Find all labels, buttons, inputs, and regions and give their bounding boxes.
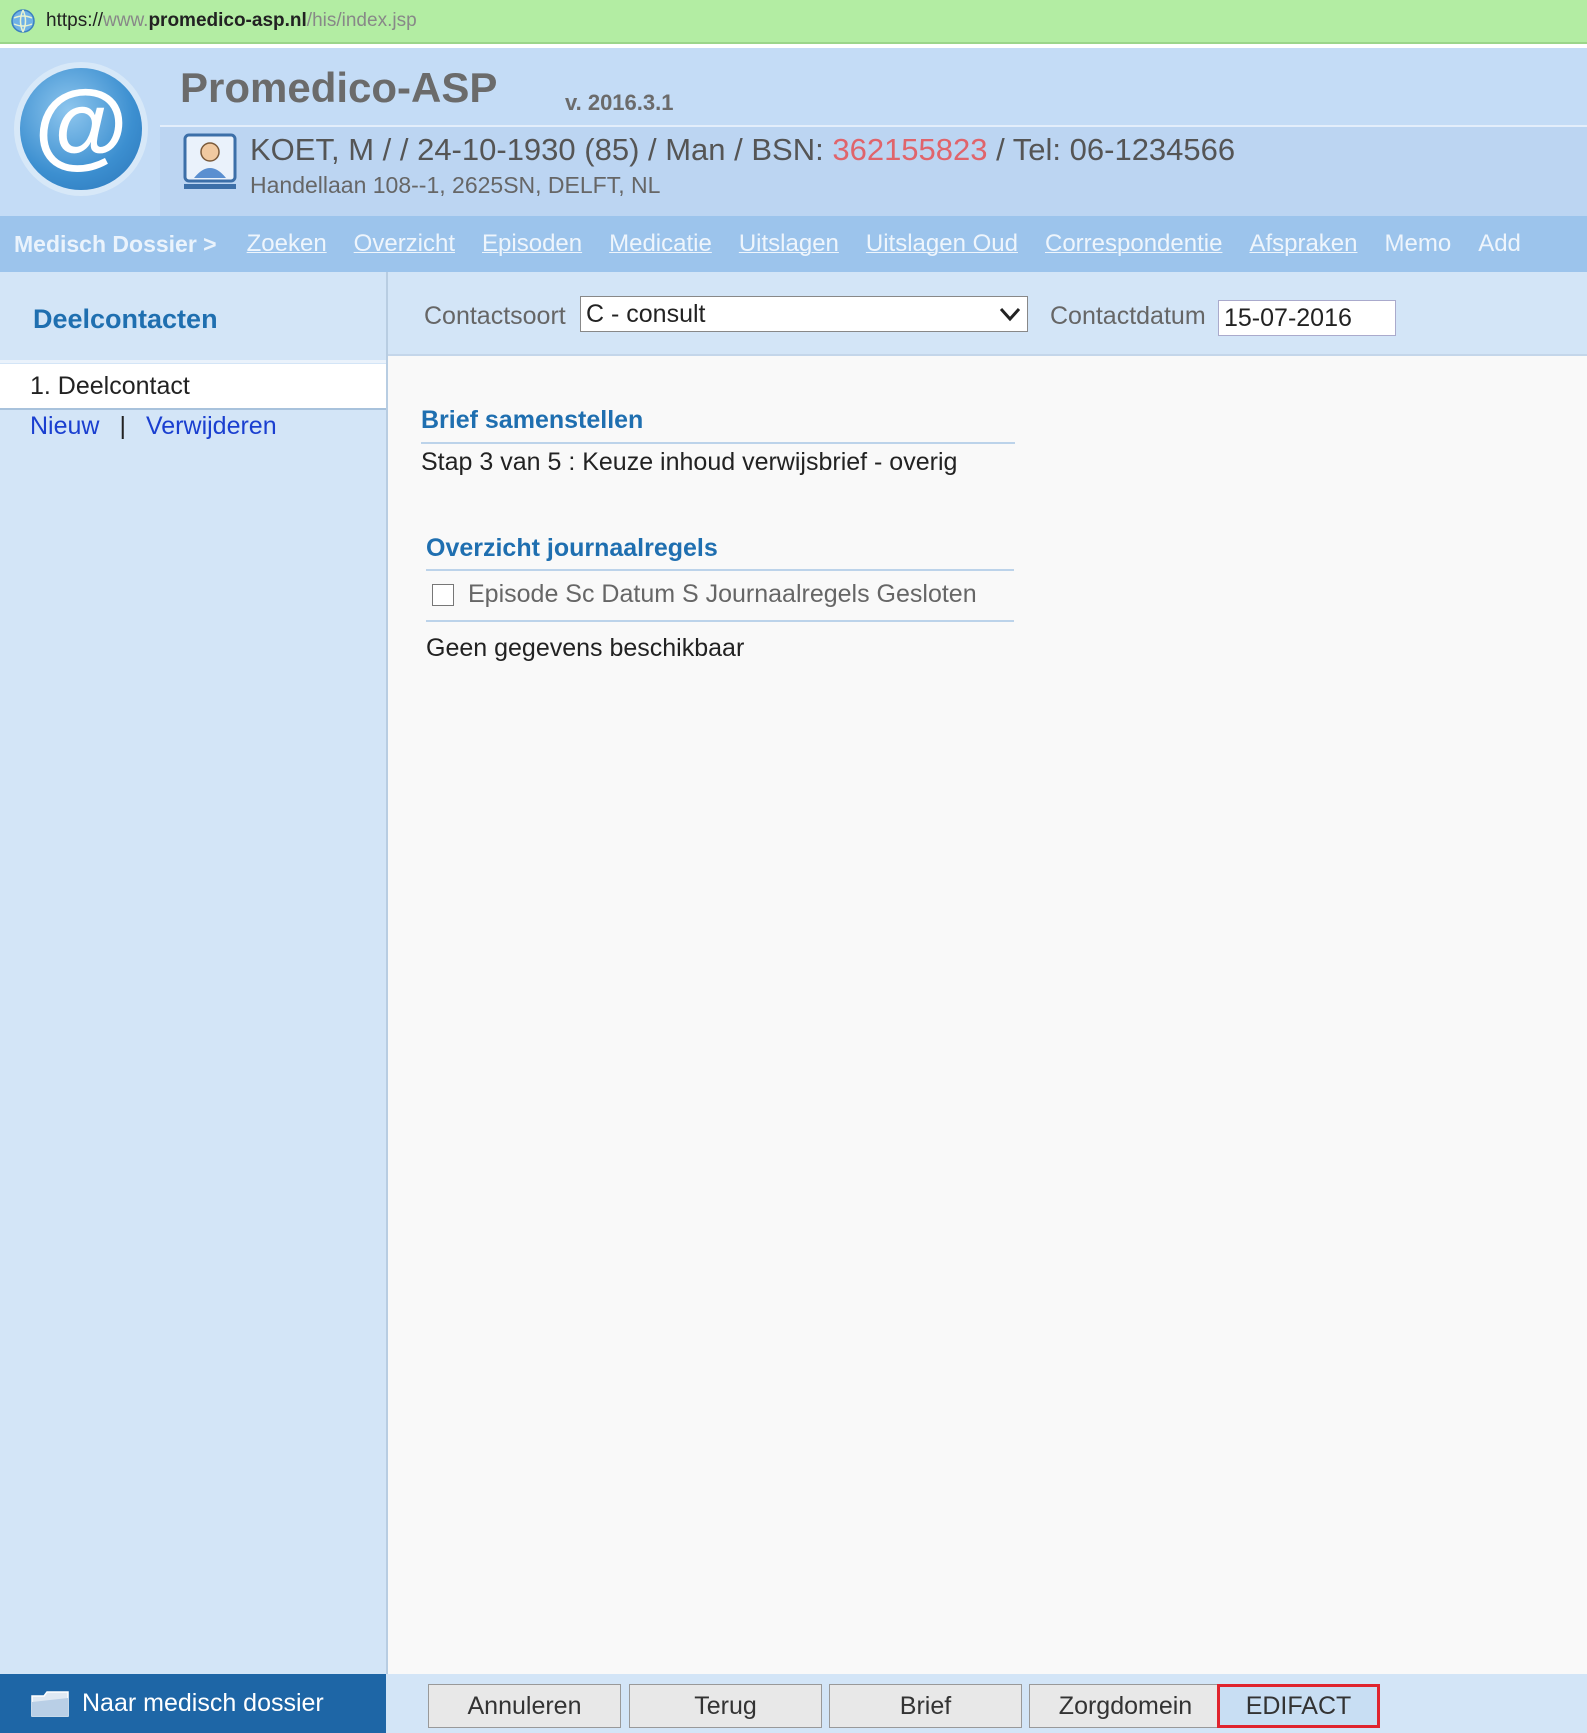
- globe-icon: [11, 9, 35, 33]
- nav-zoeken[interactable]: Zoeken: [247, 230, 327, 258]
- contactdatum-input[interactable]: 15-07-2016: [1218, 300, 1396, 336]
- sidebar-actions: Nieuw | Verwijderen: [30, 412, 277, 441]
- nav-add[interactable]: Add: [1478, 230, 1521, 258]
- link-separator: |: [119, 412, 126, 440]
- app-logo: @: [20, 68, 142, 190]
- main-content: Contactsoort C - consult Contactdatum 15…: [388, 272, 1587, 1674]
- new-link[interactable]: Nieuw: [30, 412, 99, 440]
- contactdatum-label: Contactdatum: [1050, 302, 1206, 330]
- nav-correspondentie[interactable]: Correspondentie: [1045, 230, 1222, 258]
- folder-icon: [31, 1690, 69, 1717]
- cancel-button[interactable]: Annuleren: [428, 1684, 621, 1728]
- letter-button[interactable]: Brief: [829, 1684, 1022, 1728]
- nav-afspraken[interactable]: Afspraken: [1249, 230, 1357, 258]
- nav-episoden[interactable]: Episoden: [482, 230, 582, 258]
- patient-bsn: 362155823: [832, 132, 988, 167]
- main-nav: Medisch Dossier > Zoeken Overzicht Episo…: [0, 216, 1587, 272]
- sidebar-title: Deelcontacten: [33, 304, 218, 334]
- sidebar-item-label: 1. Deelcontact: [30, 372, 190, 400]
- nav-uitslagen-oud[interactable]: Uitslagen Oud: [866, 230, 1018, 258]
- letter-step: Stap 3 van 5 : Keuze inhoud verwijsbrief…: [421, 448, 958, 476]
- contactsoort-select[interactable]: C - consult: [580, 296, 1028, 332]
- back-to-dossier-button[interactable]: Naar medisch dossier: [0, 1674, 386, 1733]
- contactsoort-label: Contactsoort: [424, 302, 566, 330]
- select-all-checkbox[interactable]: [432, 583, 454, 606]
- patient-info: KOET, M / / 24-10-1930 (85) / Man / BSN:…: [250, 132, 1236, 167]
- url-text: https://www.promedico-asp.nl/his/index.j…: [46, 10, 417, 31]
- delete-link[interactable]: Verwijderen: [146, 412, 277, 440]
- patient-card-icon[interactable]: [182, 132, 238, 192]
- back-button[interactable]: Terug: [629, 1684, 822, 1728]
- breadcrumb-medisch-dossier[interactable]: Medisch Dossier >: [14, 231, 217, 258]
- letter-section-title: Brief samenstellen: [421, 406, 644, 434]
- nav-medicatie[interactable]: Medicatie: [609, 230, 712, 258]
- patient-address: Handellaan 108--1, 2625SN, DELFT, NL: [250, 172, 661, 198]
- nav-uitslagen[interactable]: Uitslagen: [739, 230, 839, 258]
- address-bar[interactable]: https://www.promedico-asp.nl/his/index.j…: [0, 0, 1587, 44]
- footer-bar: Naar medisch dossier Annuleren Terug Bri…: [0, 1674, 1587, 1733]
- app-header: @ Promedico-ASP v. 2016.3.1 KOET, M / / …: [0, 48, 1587, 218]
- nav-memo[interactable]: Memo: [1385, 230, 1452, 258]
- zorgdomein-button[interactable]: Zorgdomein: [1029, 1684, 1222, 1728]
- journal-section-title: Overzicht journaalregels: [426, 534, 718, 562]
- contact-toolbar: Contactsoort C - consult Contactdatum 15…: [388, 272, 1587, 356]
- chevron-down-icon: [999, 307, 1021, 322]
- journal-columns: Episode Sc Datum S Journaalregels Geslot…: [468, 580, 977, 608]
- app-title: Promedico-ASP: [180, 64, 498, 111]
- empty-state: Geen gegevens beschikbaar: [426, 634, 745, 662]
- nav-overzicht[interactable]: Overzicht: [354, 230, 455, 258]
- edifact-button[interactable]: EDIFACT: [1217, 1684, 1380, 1728]
- sidebar-item-deelcontact[interactable]: 1. Deelcontact: [0, 364, 386, 410]
- journal-table-header: Episode Sc Datum S Journaalregels Geslot…: [432, 580, 977, 609]
- app-version: v. 2016.3.1: [565, 90, 674, 115]
- sidebar: Deelcontacten 1. Deelcontact Nieuw | Verwi…: [0, 272, 388, 1674]
